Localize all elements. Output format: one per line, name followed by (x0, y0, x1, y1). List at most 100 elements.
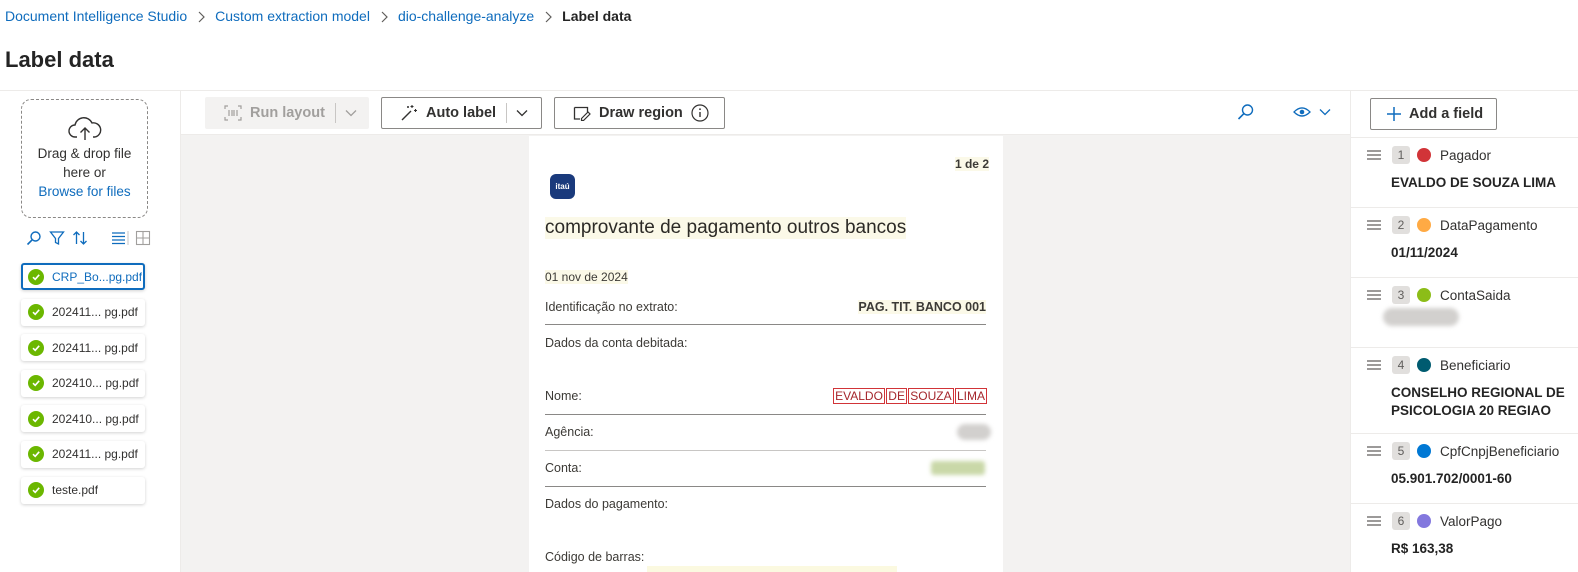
field-index: 4 (1392, 356, 1410, 374)
breadcrumb-studio[interactable]: Document Intelligence Studio (5, 8, 187, 24)
file-item[interactable]: 202411... pg.pdf (21, 334, 145, 362)
check-icon (28, 410, 44, 427)
field-value: R$ 163,38 (1391, 541, 1454, 556)
field-value: 01/11/2024 (1391, 245, 1458, 260)
field-item[interactable]: 2 DataPagamento 01/11/2024 (1351, 207, 1578, 277)
field-index: 3 (1392, 286, 1410, 304)
drag-handle-icon[interactable] (1367, 290, 1381, 300)
field-name: Pagador (1440, 147, 1492, 163)
field-value: CONSELHO REGIONAL DE PSICOLOGIA 20 REGIA… (1391, 385, 1565, 418)
field-item[interactable]: 5 CpfCnpjBeneficiario 05.901.702/0001-60 (1351, 433, 1578, 503)
field-item[interactable]: 6 ValorPago R$ 163,38 (1351, 503, 1578, 572)
divider (545, 450, 986, 451)
sort-icon[interactable] (70, 228, 90, 248)
file-item[interactable]: CRP_Bo...pg.pdf (21, 263, 145, 290)
eye-icon[interactable] (1293, 106, 1311, 118)
check-icon (28, 339, 44, 356)
field-index: 6 (1392, 512, 1410, 530)
draw-region-label: Draw region (599, 105, 683, 121)
draw-region-icon (573, 105, 591, 121)
labeled-word[interactable]: LIMA (954, 388, 988, 404)
chevron-down-icon[interactable] (507, 109, 537, 117)
file-item[interactable]: 202411... pg.pdf (21, 440, 145, 468)
scan-icon (224, 105, 242, 121)
labeled-word[interactable]: DE (886, 388, 907, 404)
document-date: 01 nov de 2024 (545, 270, 628, 284)
file-name: 202411... pg.pdf (52, 340, 138, 355)
search-icon[interactable] (24, 228, 44, 248)
drag-handle-icon[interactable] (1367, 360, 1381, 370)
divider (545, 486, 986, 487)
breadcrumb-current: Label data (562, 8, 632, 24)
file-item[interactable]: 202411... pg.pdf (21, 298, 145, 326)
document-viewer: Run layout Auto label Draw region 1 de 2… (180, 91, 1351, 572)
cloud-upload-icon (22, 116, 147, 144)
field-name: CpfCnpjBeneficiario (1440, 443, 1560, 459)
document-page[interactable]: 1 de 2 itaú comprovante de pagamento out… (529, 136, 1003, 572)
field-color-dot (1417, 514, 1431, 528)
add-field-button[interactable]: Add a field (1370, 98, 1497, 130)
draw-region-button[interactable]: Draw region (554, 97, 725, 129)
upload-dropzone[interactable]: Drag & drop file here or Browse for file… (21, 99, 148, 218)
name-value: EVALDO DE SOUZA LIMA (833, 388, 988, 404)
file-name: 202410... pg.pdf (52, 376, 139, 391)
run-layout-label: Run layout (250, 105, 325, 121)
chevron-down-icon[interactable] (336, 109, 366, 117)
add-field-label: Add a field (1409, 106, 1484, 122)
auto-label-label: Auto label (426, 105, 497, 121)
redacted-value[interactable] (931, 461, 985, 475)
grid-view-icon[interactable] (133, 228, 153, 248)
auto-label-button[interactable]: Auto label (381, 97, 542, 129)
drag-handle-icon[interactable] (1367, 446, 1381, 456)
list-view-icon[interactable] (110, 228, 130, 248)
drag-handle-icon[interactable] (1367, 150, 1381, 160)
field-color-dot (1417, 444, 1431, 458)
info-icon[interactable] (691, 104, 709, 122)
search-icon[interactable] (1237, 103, 1255, 121)
drag-handle-icon[interactable] (1367, 516, 1381, 526)
divider (545, 414, 986, 415)
page-indicator: 1 de 2 (954, 157, 989, 171)
field-item[interactable]: 4 Beneficiario CONSELHO REGIONAL DE PSIC… (1351, 347, 1578, 433)
id-value: PAG. TIT. BANCO 001 (858, 300, 986, 314)
field-color-dot (1417, 148, 1431, 162)
field-value: EVALDO DE SOUZA LIMA (1391, 175, 1556, 190)
name-label: Nome: (545, 389, 582, 403)
file-item[interactable]: teste.pdf (21, 476, 145, 504)
drag-handle-icon[interactable] (1367, 220, 1381, 230)
file-list: CRP_Bo...pg.pdf 202411... pg.pdf 202411.… (21, 263, 145, 512)
field-color-dot (1417, 288, 1431, 302)
breadcrumb: Document Intelligence Studio Custom extr… (5, 6, 631, 26)
breadcrumb-project[interactable]: dio-challenge-analyze (398, 8, 534, 24)
magic-wand-icon (400, 104, 418, 122)
chevron-down-icon[interactable] (1319, 108, 1331, 116)
chevron-right-icon (370, 8, 398, 24)
labeled-word[interactable]: SOUZA (908, 388, 954, 404)
divider (545, 324, 986, 325)
fields-panel: Add a field 1 Pagador EVALDO DE SOUZA LI… (1350, 91, 1578, 572)
file-name: 202411... pg.pdf (52, 305, 138, 320)
file-name: 202411... pg.pdf (52, 447, 138, 462)
id-label: Identificação no extrato: (545, 300, 678, 314)
run-layout-button[interactable]: Run layout (205, 97, 369, 129)
file-item[interactable]: 202410... pg.pdf (21, 405, 145, 433)
field-name: DataPagamento (1440, 217, 1538, 233)
file-item[interactable]: 202410... pg.pdf (21, 369, 145, 397)
check-icon (28, 375, 44, 392)
check-icon (28, 304, 44, 321)
labeled-word[interactable]: EVALDO (833, 388, 885, 404)
check-icon (28, 482, 44, 499)
browse-files-link[interactable]: Browse for files (22, 182, 147, 201)
field-item[interactable]: 1 Pagador EVALDO DE SOUZA LIMA (1351, 137, 1578, 207)
section-payment-heading: Dados do pagamento: (545, 497, 669, 511)
field-color-dot (1417, 218, 1431, 232)
check-icon (28, 268, 44, 285)
file-name: CRP_Bo...pg.pdf (52, 269, 143, 284)
redacted-value (1383, 308, 1459, 326)
field-item[interactable]: 3 ContaSaida (1351, 277, 1578, 347)
toolbar: Run layout Auto label Draw region (181, 91, 1351, 135)
itau-logo: itaú (550, 174, 575, 199)
breadcrumb-custom-model[interactable]: Custom extraction model (215, 8, 370, 24)
upload-instructions: Drag & drop file here or (37, 146, 132, 180)
filter-icon[interactable] (47, 228, 67, 248)
